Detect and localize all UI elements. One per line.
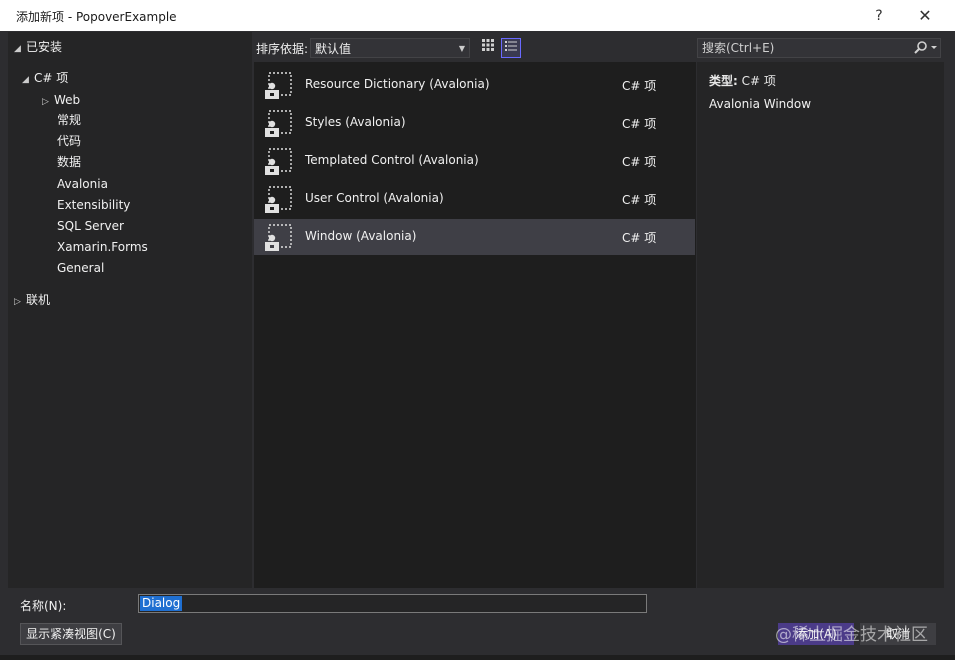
collapsed-triangle-icon[interactable]: ▷ bbox=[42, 92, 54, 112]
category-tree: ◢ 已安装 ◢ C# 项 ▷ Web 常规 代码 数据 Avalonia Extens… bbox=[8, 32, 252, 588]
name-value: Dialog bbox=[140, 596, 183, 611]
search-icon[interactable] bbox=[913, 38, 941, 58]
list-item-selected[interactable]: Window (Avalonia) C# 项 bbox=[254, 219, 695, 255]
tree-node-code[interactable]: 代码 bbox=[57, 131, 81, 151]
tree-node-online[interactable]: ▷ 联机 bbox=[14, 290, 50, 310]
tree-node-web[interactable]: ▷ Web bbox=[42, 90, 80, 110]
avalonia-template-icon bbox=[265, 186, 292, 213]
item-name: Templated Control (Avalonia) bbox=[305, 153, 479, 167]
search-input[interactable]: 搜索(Ctrl+E) bbox=[697, 38, 941, 58]
title-bar: 添加新项 - PopoverExample ? ✕ bbox=[0, 0, 955, 32]
avalonia-template-icon bbox=[265, 110, 292, 137]
list-item[interactable]: Resource Dictionary (Avalonia) C# 项 bbox=[254, 67, 695, 103]
tree-node-general-cn[interactable]: 常规 bbox=[57, 110, 81, 130]
avalonia-template-icon bbox=[265, 72, 292, 99]
compact-view-button[interactable]: 显示紧凑视图(C) bbox=[20, 623, 122, 645]
type-value: C# 项 bbox=[741, 74, 776, 88]
details-panel: 类型: C# 项 Avalonia Window bbox=[697, 62, 944, 588]
avalonia-template-icon bbox=[265, 224, 292, 251]
watermark: @稀土掘金技术社区 bbox=[775, 625, 928, 645]
list-icon bbox=[505, 41, 517, 51]
bottom-edge bbox=[0, 655, 955, 660]
name-input[interactable]: Dialog bbox=[138, 594, 647, 613]
item-description: Avalonia Window bbox=[709, 97, 812, 111]
item-name: Resource Dictionary (Avalonia) bbox=[305, 77, 490, 91]
close-button[interactable]: ✕ bbox=[908, 4, 942, 28]
tree-node-installed[interactable]: ◢ 已安装 bbox=[14, 37, 62, 57]
avalonia-template-icon bbox=[265, 148, 292, 175]
expanded-triangle-icon[interactable]: ◢ bbox=[22, 70, 34, 90]
expanded-triangle-icon[interactable]: ◢ bbox=[14, 39, 26, 59]
tree-node-sql-server[interactable]: SQL Server bbox=[57, 216, 124, 236]
grid-view-button[interactable] bbox=[478, 38, 498, 58]
tree-node-xamarin-forms[interactable]: Xamarin.Forms bbox=[57, 237, 148, 257]
item-type: C# 项 bbox=[622, 79, 657, 93]
list-item[interactable]: Styles (Avalonia) C# 项 bbox=[254, 105, 695, 141]
list-view-button[interactable] bbox=[501, 38, 521, 58]
item-type: C# 项 bbox=[622, 231, 657, 245]
type-label: 类型: bbox=[709, 74, 738, 88]
type-line: 类型: C# 项 bbox=[709, 72, 776, 89]
sort-dropdown[interactable]: 默认值 ▼ bbox=[310, 38, 470, 58]
item-type: C# 项 bbox=[622, 155, 657, 169]
tree-node-label: Web bbox=[54, 93, 81, 107]
grid-icon bbox=[482, 39, 494, 51]
tree-node-extensibility[interactable]: Extensibility bbox=[57, 195, 130, 215]
tree-node-csharp[interactable]: ◢ C# 项 bbox=[22, 68, 68, 88]
tree-node-avalonia[interactable]: Avalonia bbox=[57, 174, 108, 194]
chevron-down-icon: ▼ bbox=[458, 44, 465, 53]
tree-node-label: 已安装 bbox=[26, 40, 63, 54]
sort-value: 默认值 bbox=[315, 42, 352, 56]
item-type: C# 项 bbox=[622, 117, 657, 131]
item-name: Styles (Avalonia) bbox=[305, 115, 406, 129]
tree-node-label: 联机 bbox=[26, 293, 51, 307]
tree-node-data[interactable]: 数据 bbox=[57, 152, 81, 172]
template-list: Resource Dictionary (Avalonia) C# 项 Styl… bbox=[254, 62, 696, 588]
list-item[interactable]: Templated Control (Avalonia) C# 项 bbox=[254, 143, 695, 179]
search-dropdown-icon bbox=[914, 41, 937, 54]
collapsed-triangle-icon[interactable]: ▷ bbox=[14, 292, 26, 312]
sort-label: 排序依据: bbox=[256, 42, 309, 56]
tree-node-label: C# 项 bbox=[34, 71, 69, 85]
item-name: Window (Avalonia) bbox=[305, 229, 417, 243]
item-type: C# 项 bbox=[622, 193, 657, 207]
list-item[interactable]: User Control (Avalonia) C# 项 bbox=[254, 181, 695, 217]
tree-node-general[interactable]: General bbox=[57, 258, 104, 278]
window-title: 添加新项 - PopoverExample bbox=[16, 10, 177, 24]
name-label: 名称(N): bbox=[20, 599, 67, 613]
help-button[interactable]: ? bbox=[862, 4, 896, 28]
item-name: User Control (Avalonia) bbox=[305, 191, 444, 205]
